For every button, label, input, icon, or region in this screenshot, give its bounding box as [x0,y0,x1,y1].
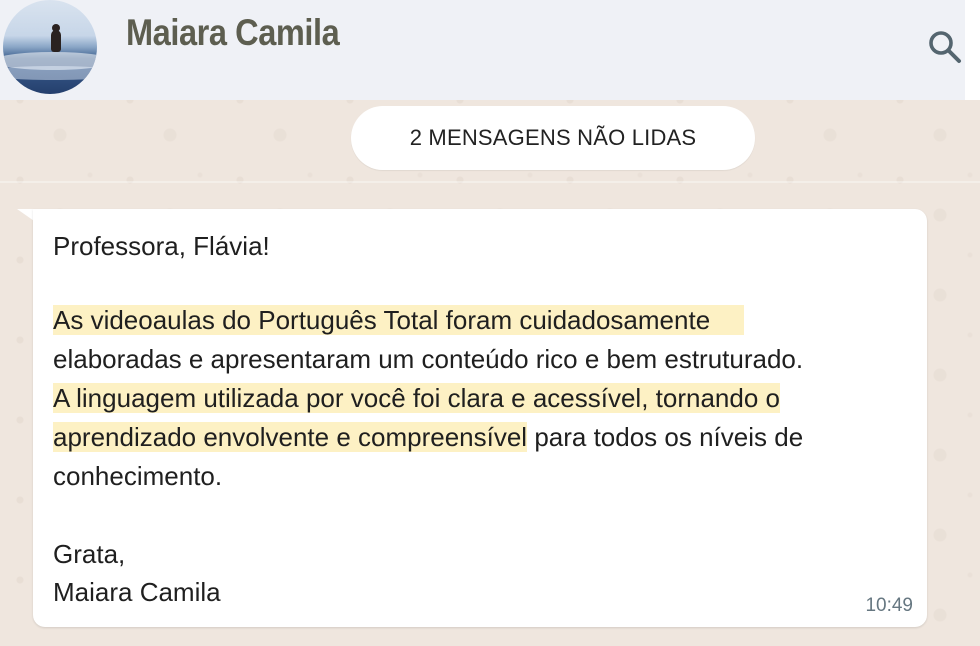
message-line: A linguagem utilizada por você foi clara… [53,381,780,415]
message-line: elaboradas e apresentaram um conteúdo ri… [53,344,804,374]
search-button[interactable] [926,28,966,68]
search-icon [929,31,961,63]
avatar-figure [51,30,61,52]
message-text: para todos os níveis de [527,422,804,452]
avatar-wave [3,66,97,80]
message-greeting: Professora, Flávia! [53,231,270,261]
unread-messages-label: 2 MENSAGENS NÃO LIDAS [409,125,697,150]
window-edge [965,0,980,100]
message-bubble[interactable]: Professora, Flávia! As videoaulas do Por… [33,209,927,627]
message-timestamp: 10:49 [865,595,913,616]
unread-messages-banner: 2 MENSAGENS NÃO LIDAS [351,106,755,170]
message-signature: Maiara Camila [53,577,221,607]
highlighted-text: aprendizado envolvente e compreensível [53,422,528,452]
highlighted-text: A linguagem utilizada por você foi clara… [53,383,780,413]
message-line: aprendizado envolvente e compreensível p… [53,420,803,454]
message-line: As videoaulas do Português Total foram c… [53,303,745,337]
contact-name[interactable]: Maiara Camila [126,12,340,54]
chat-header: Maiara Camila [0,0,965,100]
message-signoff: Grata, [53,539,126,569]
message-line: conhecimento. [53,461,223,491]
highlighted-text: As videoaulas do Português Total foram c… [53,305,745,335]
avatar[interactable] [3,0,97,94]
divider [0,181,980,183]
